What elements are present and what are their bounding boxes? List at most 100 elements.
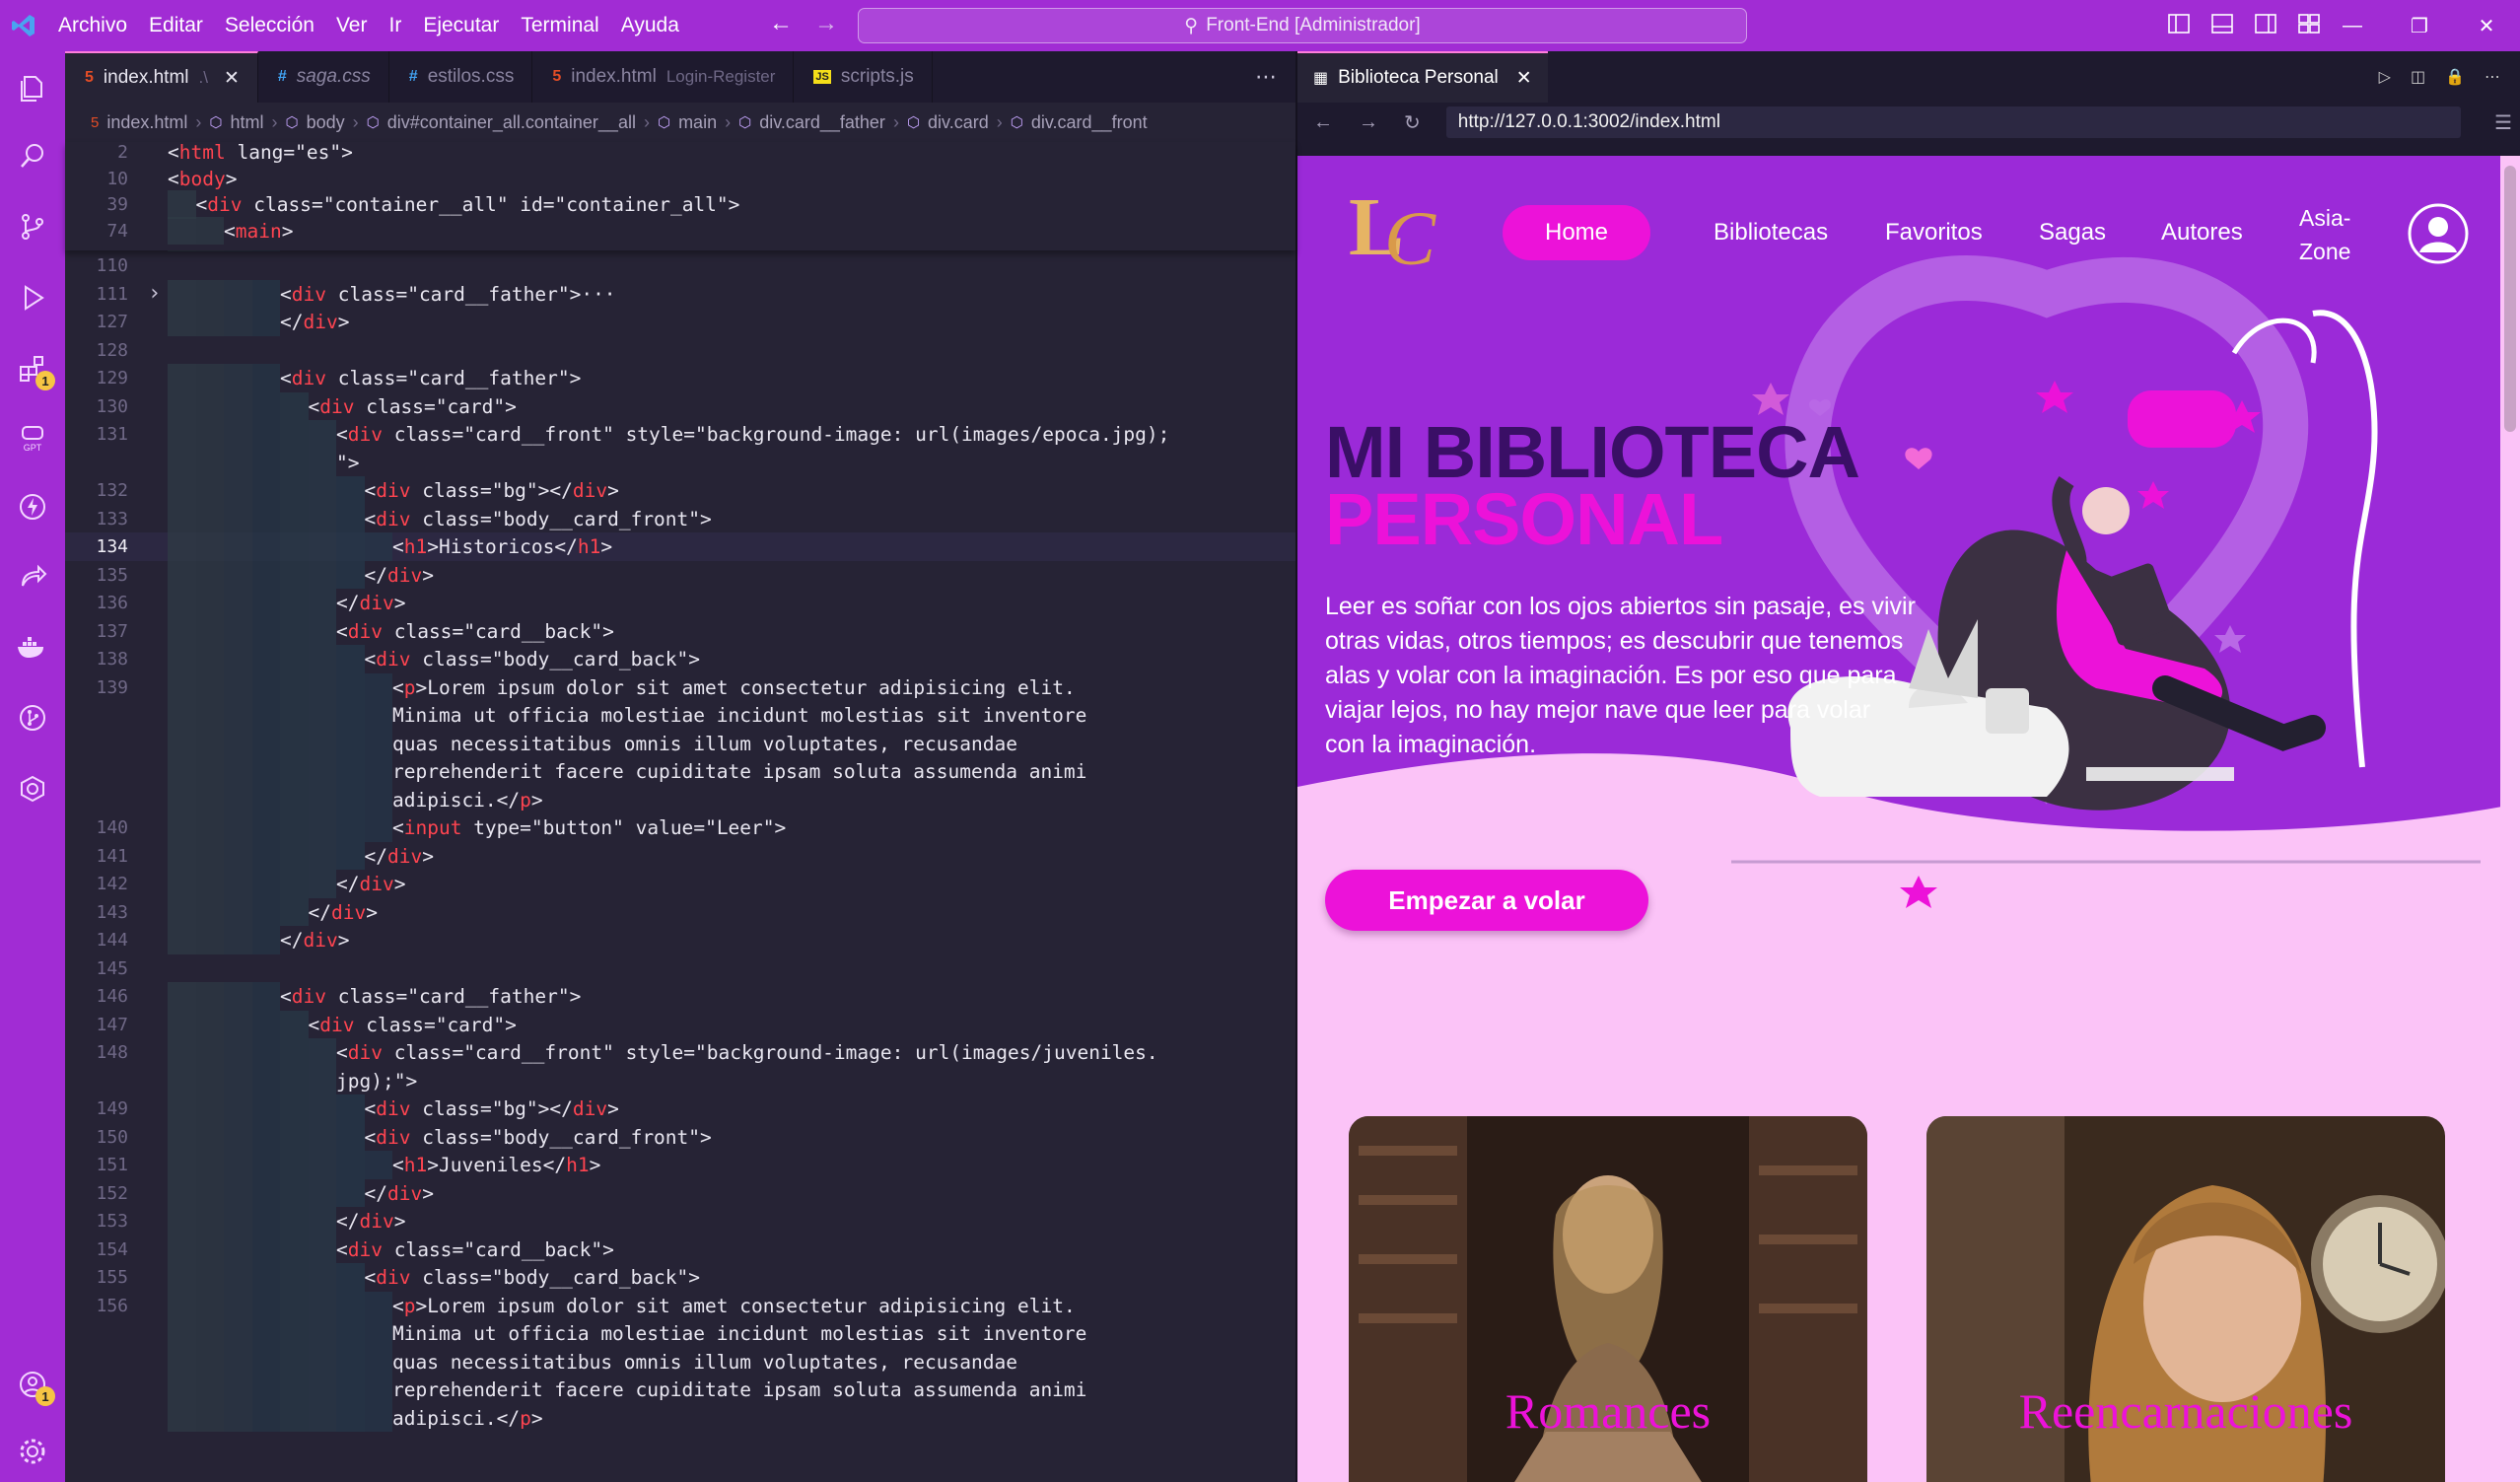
minimize-icon[interactable]: — bbox=[2319, 0, 2386, 51]
source-control-icon[interactable] bbox=[0, 197, 65, 256]
start-flying-button[interactable]: Empezar a volar bbox=[1325, 870, 1648, 931]
nav-sagas[interactable]: Sagas bbox=[2039, 219, 2106, 247]
code-line[interactable]: 134 <h1>Historicos</h1> bbox=[65, 532, 1295, 561]
code-line[interactable]: 139 <p>Lorem ipsum dolor sit amet consect… bbox=[65, 672, 1295, 701]
menu-item-editar[interactable]: Editar bbox=[138, 14, 214, 37]
code-line[interactable]: 148 <div class="card__front" style="backg… bbox=[65, 1038, 1295, 1067]
menu-item-selección[interactable]: Selección bbox=[214, 14, 325, 37]
breadcrumb-item[interactable]: div.card__father bbox=[759, 112, 885, 133]
customize-layout-icon[interactable] bbox=[2297, 12, 2321, 35]
code-line[interactable]: 129 <div class="card__father"> bbox=[65, 364, 1295, 392]
extension-pack-icon[interactable] bbox=[0, 759, 65, 818]
back-arrow-icon[interactable]: ← bbox=[769, 10, 793, 37]
code-line[interactable]: 133 <div class="body__card_front"> bbox=[65, 504, 1295, 532]
code-line[interactable]: 147 <div class="card"> bbox=[65, 1010, 1295, 1038]
remote-share-icon[interactable] bbox=[0, 548, 65, 607]
code-line[interactable]: 137 <div class="card__back"> bbox=[65, 616, 1295, 645]
split-editor-icon[interactable]: ◫ bbox=[2411, 67, 2425, 87]
code-line[interactable]: 111 › <div class="card__father">··· bbox=[65, 279, 1295, 308]
lock-icon[interactable]: 🔒 bbox=[2445, 67, 2465, 87]
code-line[interactable]: 144 </div> bbox=[65, 926, 1295, 954]
code-line[interactable]: 151 <h1>Juveniles</h1> bbox=[65, 1151, 1295, 1179]
editor-tab[interactable]: # saga.css bbox=[258, 51, 389, 103]
code-line[interactable]: Minima ut officia molestiae incidunt mol… bbox=[65, 701, 1295, 730]
run-icon[interactable]: ▷ bbox=[2379, 67, 2391, 87]
scrollbar-thumb[interactable] bbox=[2504, 166, 2516, 432]
menu-item-ir[interactable]: Ir bbox=[378, 14, 412, 37]
code-line[interactable]: 152 </div> bbox=[65, 1178, 1295, 1207]
more-actions-icon[interactable]: ⋯ bbox=[1236, 51, 1295, 103]
menu-item-terminal[interactable]: Terminal bbox=[510, 14, 609, 37]
code-line[interactable]: quas necessitatibus omnis illum voluptat… bbox=[65, 729, 1295, 757]
menu-icon[interactable]: ☰ bbox=[2494, 110, 2512, 135]
code-line[interactable]: 153 </div> bbox=[65, 1207, 1295, 1235]
breadcrumb-item[interactable]: div.card__front bbox=[1031, 112, 1148, 133]
thunder-client-icon[interactable] bbox=[0, 477, 65, 536]
card-romances[interactable]: Romances bbox=[1349, 1116, 1867, 1482]
code-line[interactable]: 74 <main> bbox=[65, 216, 1295, 245]
code-line[interactable]: 132 <div class="bg"></div> bbox=[65, 476, 1295, 505]
forward-arrow-icon[interactable]: → bbox=[1359, 111, 1378, 134]
nav-bibliotecas[interactable]: Bibliotecas bbox=[1714, 219, 1828, 247]
code-line[interactable]: 130 <div class="card"> bbox=[65, 391, 1295, 420]
menu-item-archivo[interactable]: Archivo bbox=[47, 14, 138, 37]
code-line[interactable]: 156 <p>Lorem ipsum dolor sit amet consect… bbox=[65, 1291, 1295, 1319]
search-icon[interactable] bbox=[0, 126, 65, 185]
breadcrumb-item[interactable]: index.html bbox=[106, 112, 187, 133]
code-area[interactable]: 93<div class="card__father">···109</div>… bbox=[65, 141, 1295, 1482]
breadcrumb-item[interactable]: body bbox=[307, 112, 345, 133]
nav-autores[interactable]: Autores bbox=[2161, 219, 2243, 247]
nav-home[interactable]: Home bbox=[1503, 205, 1650, 260]
nav-favoritos[interactable]: Favoritos bbox=[1885, 219, 1983, 247]
command-center-search[interactable]: ⚲ Front-End [Administrador] bbox=[858, 8, 1747, 43]
code-line[interactable]: adipisci.</p> bbox=[65, 785, 1295, 813]
editor-tab[interactable]: 5 index.html Login-Register bbox=[532, 51, 795, 103]
code-line[interactable]: 10 <body> bbox=[65, 165, 1295, 193]
extensions-icon[interactable]: 1 bbox=[0, 339, 65, 398]
browser-scrollbar[interactable] bbox=[2500, 156, 2520, 1482]
code-line[interactable]: Minima ut officia molestiae incidunt mol… bbox=[65, 1319, 1295, 1348]
code-line[interactable]: 128 bbox=[65, 336, 1295, 365]
menu-item-ejecutar[interactable]: Ejecutar bbox=[412, 14, 510, 37]
code-line[interactable]: 135 </div> bbox=[65, 560, 1295, 589]
git-graph-icon[interactable] bbox=[0, 688, 65, 747]
code-line[interactable]: 127 </div> bbox=[65, 308, 1295, 336]
code-line[interactable]: "> bbox=[65, 448, 1295, 476]
code-line[interactable]: reprehenderit facere cupiditate ipsam so… bbox=[65, 1376, 1295, 1404]
editor-tab[interactable]: # estilos.css bbox=[389, 51, 533, 103]
code-line[interactable]: 136 </div> bbox=[65, 589, 1295, 617]
toggle-primary-sidebar-icon[interactable] bbox=[2167, 12, 2191, 35]
editor-tab[interactable]: 5 index.html .\ ✕ bbox=[65, 51, 258, 103]
close-tab-icon[interactable]: ✕ bbox=[224, 67, 240, 90]
code-line[interactable]: 154 <div class="card__back"> bbox=[65, 1235, 1295, 1263]
back-arrow-icon[interactable]: ← bbox=[1313, 111, 1333, 134]
accounts-icon[interactable]: 1 bbox=[0, 1355, 65, 1414]
code-line[interactable]: reprehenderit facere cupiditate ipsam so… bbox=[65, 757, 1295, 786]
code-line[interactable]: 150 <div class="body__card_front"> bbox=[65, 1122, 1295, 1151]
restore-icon[interactable]: ❐ bbox=[2386, 0, 2453, 51]
more-actions-icon[interactable]: ⋯ bbox=[2485, 67, 2500, 87]
run-debug-icon[interactable] bbox=[0, 268, 65, 327]
code-line[interactable]: jpg);"> bbox=[65, 1066, 1295, 1094]
settings-gear-icon[interactable] bbox=[0, 1422, 65, 1481]
fold-chevron-icon[interactable]: › bbox=[148, 281, 161, 306]
breadcrumb-item[interactable]: div#container_all.container__all bbox=[387, 112, 636, 133]
browser-tab[interactable]: ▦ Biblioteca Personal ✕ bbox=[1297, 51, 1548, 103]
editor-tab[interactable]: JS scripts.js bbox=[794, 51, 933, 103]
code-line[interactable]: 2 <html lang="es"> bbox=[65, 138, 1295, 167]
vscode-logo-icon[interactable] bbox=[0, 0, 47, 51]
code-line[interactable]: 138 <div class="body__card_back"> bbox=[65, 645, 1295, 673]
breadcrumb-item[interactable]: html bbox=[231, 112, 264, 133]
breadcrumb-item[interactable]: div.card bbox=[928, 112, 989, 133]
code-line[interactable]: 131 <div class="card__front" style="backg… bbox=[65, 420, 1295, 449]
close-tab-icon[interactable]: ✕ bbox=[1516, 67, 1532, 90]
code-line[interactable]: 146 <div class="card__father"> bbox=[65, 982, 1295, 1011]
code-line[interactable]: 141 </div> bbox=[65, 841, 1295, 870]
nav-asia-zone[interactable]: Asia- Zone bbox=[2299, 201, 2350, 268]
code-line[interactable]: 145 bbox=[65, 954, 1295, 983]
docker-icon[interactable] bbox=[0, 617, 65, 676]
code-line[interactable]: 142 </div> bbox=[65, 870, 1295, 898]
user-avatar-icon[interactable] bbox=[2408, 203, 2469, 269]
breadcrumb-item[interactable]: main bbox=[678, 112, 717, 133]
card-reencarnaciones[interactable]: Reencarnaciones bbox=[1926, 1116, 2445, 1482]
